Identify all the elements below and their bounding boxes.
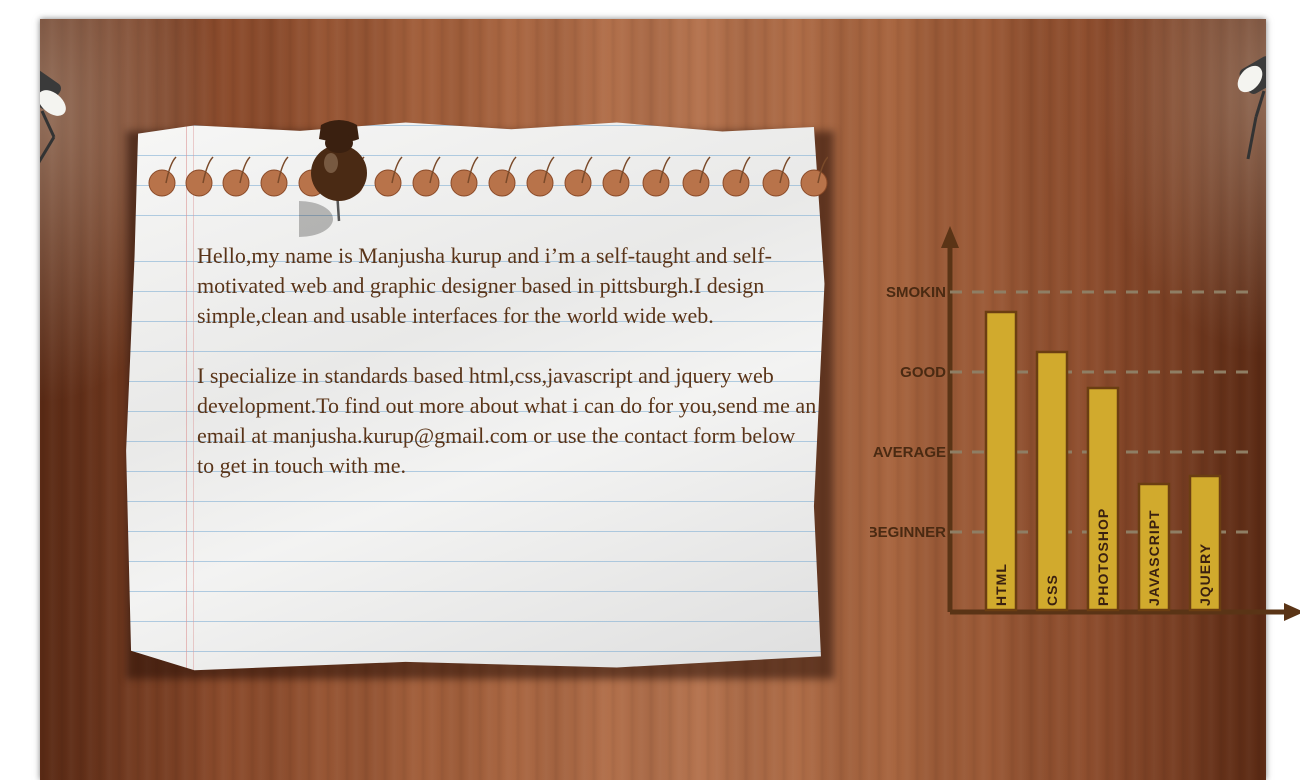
spotlight-right-icon bbox=[1237, 56, 1266, 160]
skills-chart: BEGINNER AVERAGE GOOD SMOKIN HTML CSS PHOTOSHO… bbox=[870, 226, 1300, 621]
spiral-hole bbox=[722, 169, 750, 197]
spiral-hole bbox=[374, 169, 402, 197]
spiral-hole bbox=[682, 169, 710, 197]
bar-label: JQUERY bbox=[1197, 543, 1213, 606]
wood-background: Hello,my name is Manjusha kurup and i’m … bbox=[40, 19, 1300, 780]
spiral-hole bbox=[185, 169, 213, 197]
y-axis-arrow bbox=[941, 226, 959, 248]
bar-css bbox=[1035, 350, 1069, 612]
bar-label: HTML bbox=[993, 563, 1009, 606]
spiral-hole bbox=[222, 169, 250, 197]
x-axis-arrow bbox=[1284, 603, 1300, 621]
spiral-hole bbox=[260, 169, 288, 197]
notepaper: Hello,my name is Manjusha kurup and i’m … bbox=[124, 117, 834, 679]
intro-paragraph-2: I specialize in standards based html,css… bbox=[197, 363, 817, 478]
level-label: AVERAGE bbox=[873, 444, 946, 461]
intro-text: Hello,my name is Manjusha kurup and i’m … bbox=[197, 241, 817, 511]
bar-label: PHOTOSHOP bbox=[1095, 508, 1111, 606]
spiral-hole bbox=[762, 169, 790, 197]
bar-label: JAVASCRIPT bbox=[1146, 509, 1162, 606]
level-label: SMOKIN bbox=[886, 284, 946, 301]
spiral-hole bbox=[148, 169, 176, 197]
spiral-hole bbox=[602, 169, 630, 197]
level-label: GOOD bbox=[900, 364, 946, 381]
spotlight-left-icon bbox=[40, 67, 66, 164]
bar-label: CSS bbox=[1044, 574, 1060, 606]
spiral-hole bbox=[564, 169, 592, 197]
spiral-hole bbox=[800, 169, 828, 197]
spiral-hole bbox=[526, 169, 554, 197]
spiral-holes bbox=[148, 156, 828, 197]
spiral-hole bbox=[450, 169, 478, 197]
spiral-hole bbox=[642, 169, 670, 197]
spiral-hole bbox=[412, 169, 440, 197]
intro-paragraph-1: Hello,my name is Manjusha kurup and i’m … bbox=[197, 243, 772, 328]
pushpin-icon bbox=[299, 120, 367, 237]
level-label: BEGINNER bbox=[870, 524, 946, 541]
spiral-hole bbox=[488, 169, 516, 197]
